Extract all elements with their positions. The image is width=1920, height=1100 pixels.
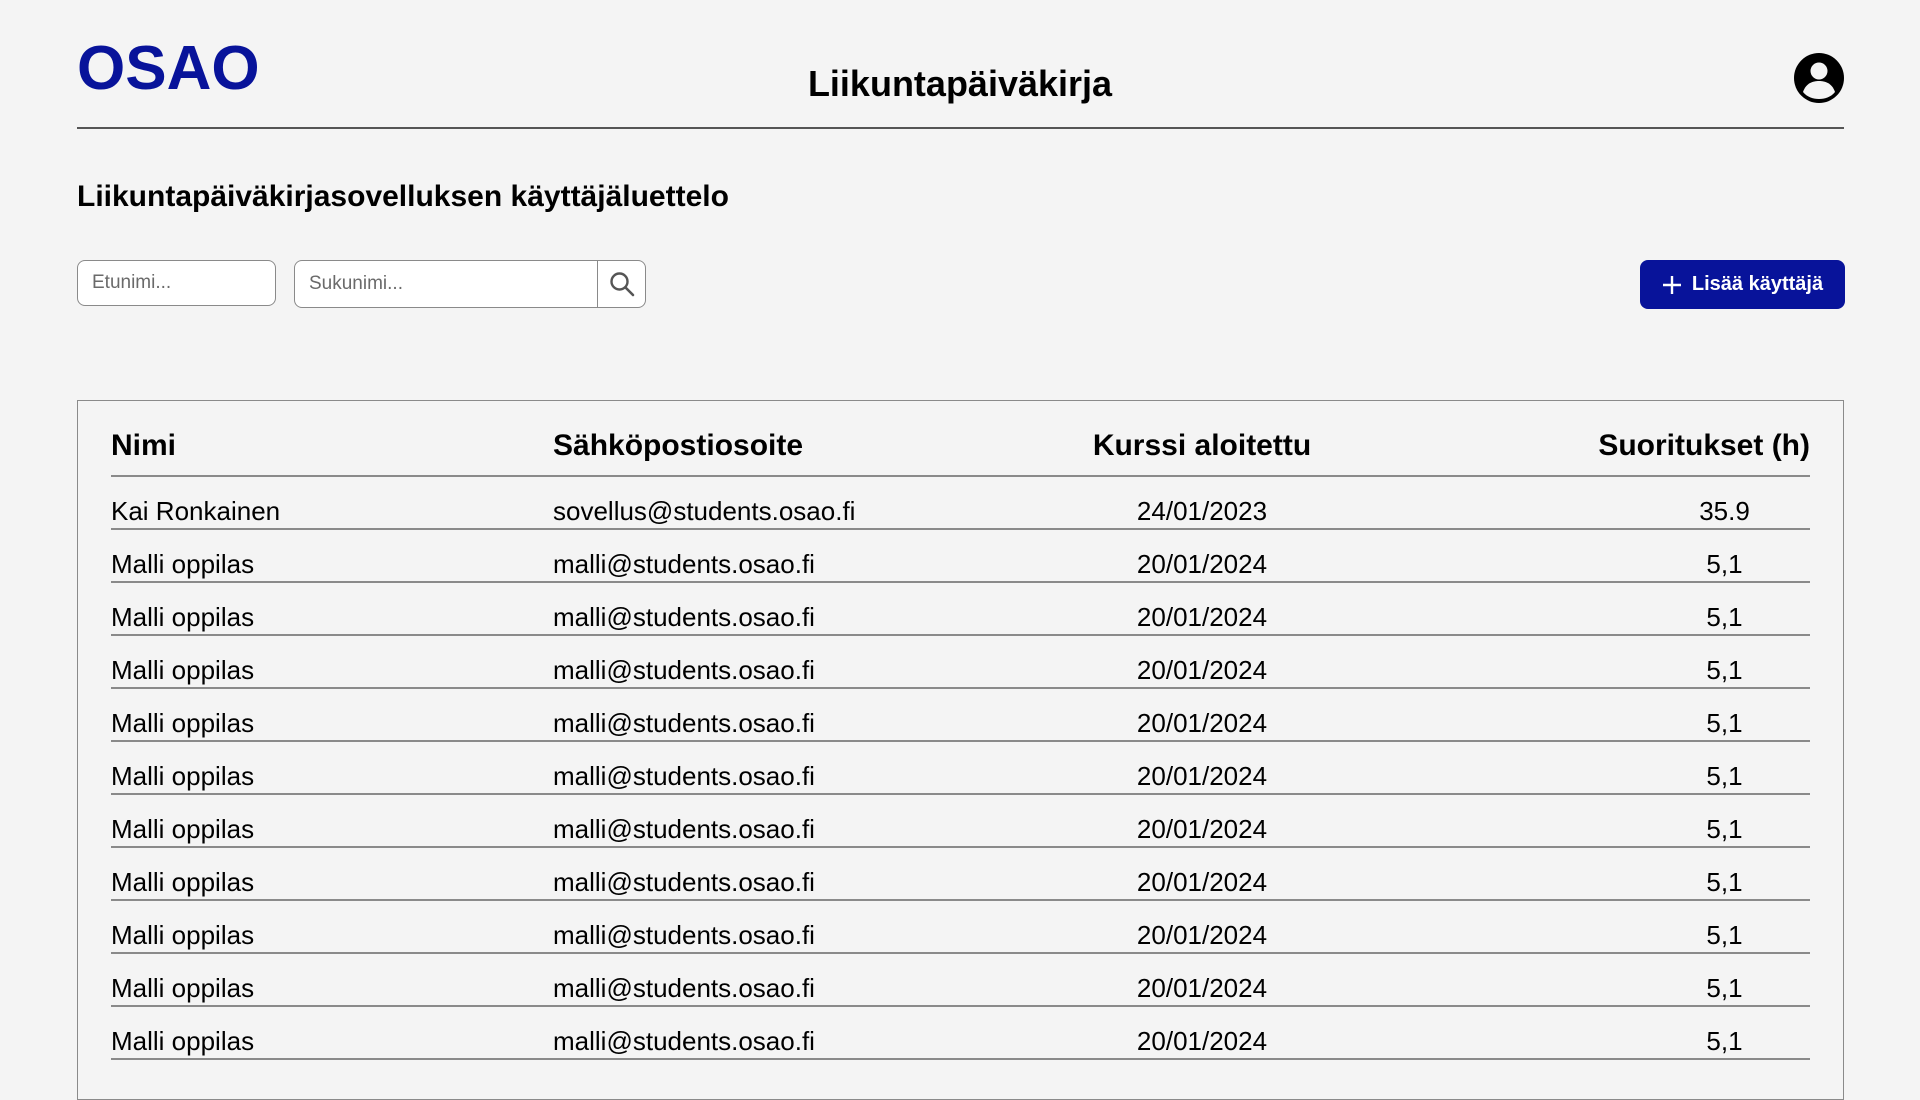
cell-started: 20/01/2024	[1091, 635, 1313, 689]
plus-icon	[1662, 275, 1681, 294]
cell-hours: 5,1	[1313, 847, 1810, 901]
cell-name: Malli oppilas	[111, 953, 553, 1007]
cell-email: malli@students.osao.fi	[553, 582, 1091, 636]
cell-name: Malli oppilas	[111, 688, 553, 742]
table-row[interactable]: Malli oppilas malli@students.osao.fi 20/01…	[111, 794, 1810, 848]
table-row[interactable]: Malli oppilas malli@students.osao.fi 20/01…	[111, 529, 1810, 583]
column-header-name[interactable]: Nimi	[111, 417, 553, 477]
cell-started: 20/01/2024	[1091, 794, 1313, 848]
cell-email: sovellus@students.osao.fi	[553, 476, 1091, 530]
search-button[interactable]	[597, 261, 645, 307]
table-row[interactable]: Malli oppilas malli@students.osao.fi 20/01…	[111, 847, 1810, 901]
cell-name: Kai Ronkainen	[111, 476, 553, 530]
cell-hours: 5,1	[1313, 1006, 1810, 1060]
cell-name: Malli oppilas	[111, 741, 553, 795]
add-user-button[interactable]: Lisää käyttäjä	[1640, 260, 1845, 309]
cell-name: Malli oppilas	[111, 794, 553, 848]
table-row[interactable]: Malli oppilas malli@students.osao.fi 20/01…	[111, 953, 1810, 1007]
cell-hours: 35.9	[1313, 476, 1810, 530]
cell-hours: 5,1	[1313, 529, 1810, 583]
column-header-hours[interactable]: Suoritukset (h)	[1313, 417, 1810, 477]
cell-email: malli@students.osao.fi	[553, 900, 1091, 954]
table-row[interactable]: Kai Ronkainen sovellus@students.osao.fi 24…	[111, 476, 1810, 530]
cell-email: malli@students.osao.fi	[553, 741, 1091, 795]
cell-name: Malli oppilas	[111, 900, 553, 954]
cell-started: 20/01/2024	[1091, 900, 1313, 954]
table-row[interactable]: Malli oppilas malli@students.osao.fi 20/01…	[111, 582, 1810, 636]
cell-email: malli@students.osao.fi	[553, 847, 1091, 901]
cell-email: malli@students.osao.fi	[553, 794, 1091, 848]
cell-hours: 5,1	[1313, 635, 1810, 689]
add-user-label: Lisää käyttäjä	[1691, 273, 1824, 295]
cell-hours: 5,1	[1313, 794, 1810, 848]
cell-email: malli@students.osao.fi	[553, 635, 1091, 689]
cell-started: 20/01/2024	[1091, 582, 1313, 636]
cell-started: 20/01/2024	[1091, 847, 1313, 901]
cell-hours: 5,1	[1313, 688, 1810, 742]
cell-name: Malli oppilas	[111, 847, 553, 901]
cell-hours: 5,1	[1313, 741, 1810, 795]
cell-started: 24/01/2023	[1091, 476, 1313, 530]
search-icon	[609, 272, 634, 297]
table-header-row: Nimi Sähköpostiosoite Kurssi aloitettu S…	[111, 417, 1810, 477]
cell-started: 20/01/2024	[1091, 953, 1313, 1007]
cell-started: 20/01/2024	[1091, 529, 1313, 583]
cell-name: Malli oppilas	[111, 1006, 553, 1060]
cell-started: 20/01/2024	[1091, 1006, 1313, 1060]
last-name-input[interactable]	[295, 261, 597, 307]
cell-email: malli@students.osao.fi	[553, 953, 1091, 1007]
cell-name: Malli oppilas	[111, 582, 553, 636]
app-title: Liikuntapäiväkirja	[807, 63, 1113, 104]
table-row[interactable]: Malli oppilas malli@students.osao.fi 20/01…	[111, 635, 1810, 689]
table-row[interactable]: Malli oppilas malli@students.osao.fi 20/01…	[111, 900, 1810, 954]
header-divider	[77, 127, 1844, 129]
user-table: Nimi Sähköpostiosoite Kurssi aloitettu S…	[111, 417, 1810, 1060]
cell-hours: 5,1	[1313, 900, 1810, 954]
cell-email: malli@students.osao.fi	[553, 688, 1091, 742]
cell-name: Malli oppilas	[111, 529, 553, 583]
page-title: Liikuntapäiväkirjasovelluksen käyttäjälu…	[77, 180, 729, 213]
cell-name: Malli oppilas	[111, 635, 553, 689]
cell-email: malli@students.osao.fi	[553, 529, 1091, 583]
table-row[interactable]: Malli oppilas malli@students.osao.fi 20/01…	[111, 1006, 1810, 1060]
table-row[interactable]: Malli oppilas malli@students.osao.fi 20/01…	[111, 688, 1810, 742]
table-row[interactable]: Malli oppilas malli@students.osao.fi 20/01…	[111, 741, 1810, 795]
first-name-input[interactable]	[77, 260, 276, 306]
column-header-started[interactable]: Kurssi aloitettu	[1091, 417, 1313, 477]
cell-hours: 5,1	[1313, 582, 1810, 636]
account-circle-icon[interactable]	[1793, 52, 1845, 104]
cell-started: 20/01/2024	[1091, 741, 1313, 795]
last-name-search-group	[294, 260, 646, 308]
cell-started: 20/01/2024	[1091, 688, 1313, 742]
column-header-email[interactable]: Sähköpostiosoite	[553, 417, 1091, 477]
cell-email: malli@students.osao.fi	[553, 1006, 1091, 1060]
user-table-panel: Nimi Sähköpostiosoite Kurssi aloitettu S…	[77, 400, 1844, 1100]
cell-hours: 5,1	[1313, 953, 1810, 1007]
